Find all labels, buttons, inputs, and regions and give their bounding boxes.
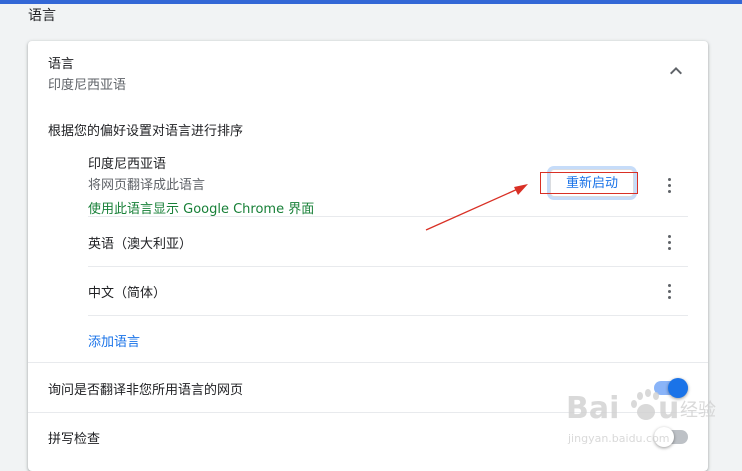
annotation-arrow (425, 184, 528, 231)
